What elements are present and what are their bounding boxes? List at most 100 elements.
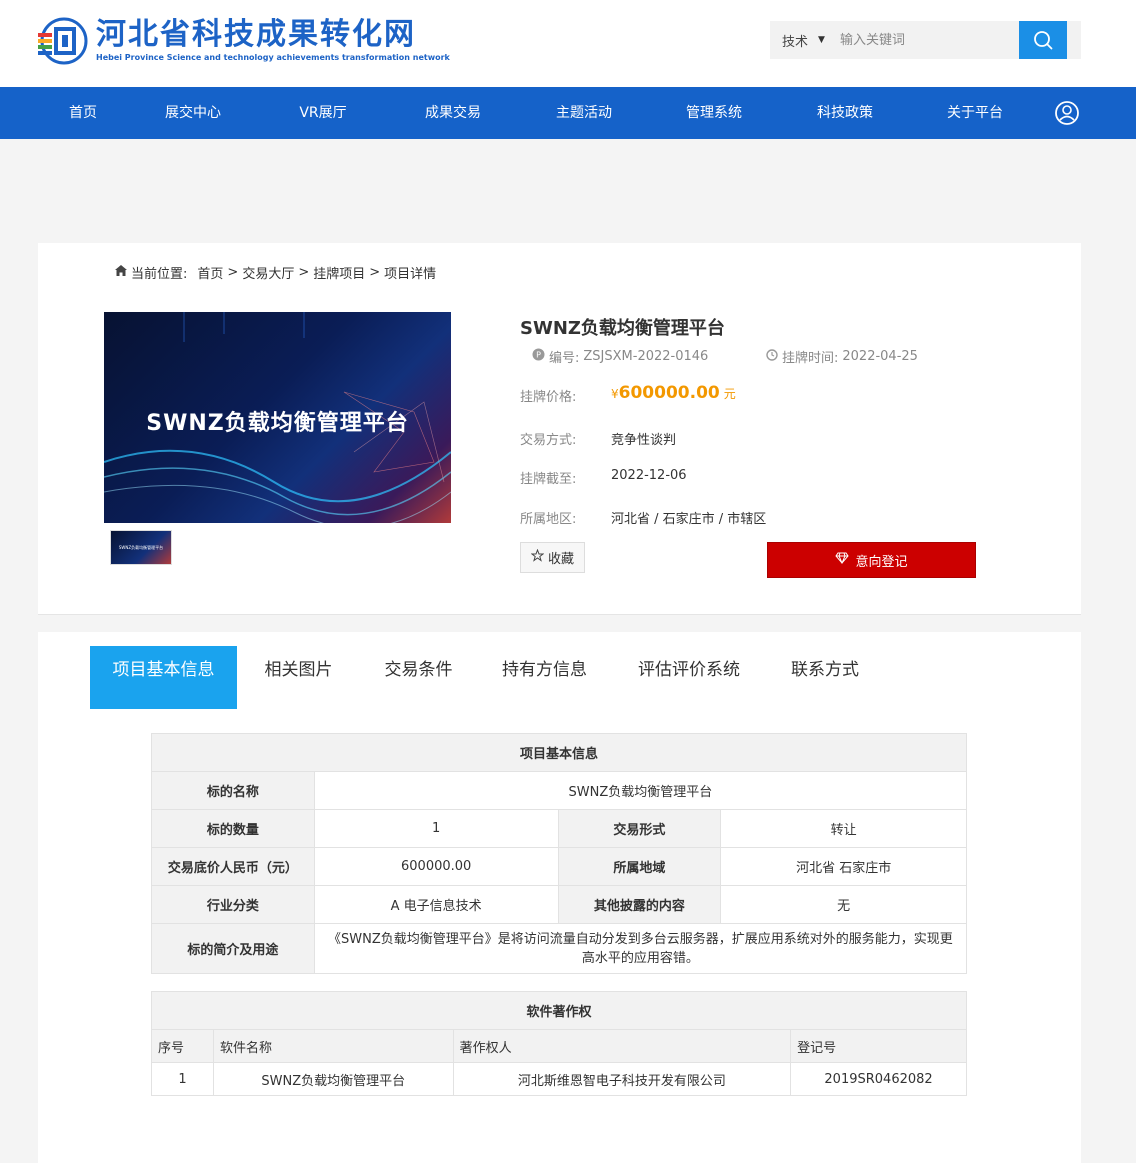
product-thumbnail[interactable]: SWNZ负载均衡管理平台 [110,530,172,565]
intro-label: 标的简介及用途 [151,923,315,974]
name-value: SWNZ负载均衡管理平台 [313,771,968,810]
nav-item-management[interactable]: 管理系统 [659,87,769,139]
row-index: 1 [151,1062,214,1096]
date-label: 挂牌时间: [782,351,839,366]
nav-item-exhibition[interactable]: 展交中心 [138,87,248,139]
search-input[interactable] [832,21,1019,59]
diamond-icon [835,552,850,568]
tab-trade-conditions[interactable]: 交易条件 [360,646,477,709]
software-copyright-table: 软件著作权 序号 软件名称 著作权人 登记号 1 SWNZ负载均衡管理平台 河北… [151,991,967,1096]
star-icon [530,548,545,566]
row-software-name: SWNZ负载均衡管理平台 [212,1062,454,1096]
breadcrumb-item-listed[interactable]: 挂牌项目 [313,263,365,282]
table-row: 1 SWNZ负载均衡管理平台 河北斯维恩智电子科技开发有限公司 2019SR04… [151,1062,967,1096]
industry-value: A 电子信息技术 [313,885,559,924]
industry-label: 行业分类 [151,885,315,924]
favorite-button[interactable]: 收藏 [520,542,585,573]
nav-item-about[interactable]: 关于平台 [920,87,1030,139]
row-copyright-holder: 河北斯维恩智电子科技开发有限公司 [452,1062,792,1096]
code-label: 编号: [549,351,580,366]
trade-method-label: 交易方式: [520,433,577,448]
tab-basic-info[interactable]: 项目基本信息 [90,646,237,709]
search-type-select[interactable]: 技术 ▼ [770,21,832,59]
search-type-label: 技术 [782,34,809,50]
nav-item-home[interactable]: 首页 [28,87,138,139]
clock-icon [766,348,778,365]
tab-contact[interactable]: 联系方式 [766,646,884,709]
nav-item-activities[interactable]: 主题活动 [529,87,639,139]
nav-item-trading[interactable]: 成果交易 [398,87,508,139]
deadline-value: 2022-12-06 [611,468,687,483]
quantity-value: 1 [313,809,559,848]
breadcrumb-prefix: 当前位置: [131,267,188,282]
header-software-name: 软件名称 [212,1029,454,1063]
other-disclosure-value: 无 [720,885,967,924]
user-icon[interactable] [1054,100,1080,126]
price-value: ¥600000.00 元 [611,383,736,403]
basic-info-table: 项目基本信息 标的名称 SWNZ负载均衡管理平台 标的数量 1 交易形式 转让 … [151,733,968,974]
intro-value: 《SWNZ负载均衡管理平台》是将访问流量自动分发到多台云服务器，扩展应用系统对外… [313,923,968,974]
search-button[interactable] [1019,21,1067,59]
product-summary-card: 当前位置: 首页 > 交易大厅 > 挂牌项目 > 项目详情 SWNZ负载均衡管理… [38,243,1081,615]
site-header: 河北省科技成果转化网 Hebei Province Science and te… [0,0,1136,87]
logo-subtitle: Hebei Province Science and technology ac… [96,53,450,62]
trade-form-label: 交易形式 [557,809,722,848]
product-code: P 编号: ZSJSXM-2022-0146 [532,347,708,366]
search-icon [1034,31,1053,50]
region-value: 河北省 石家庄市 [720,847,967,886]
svg-text:P: P [536,351,541,360]
deadline-label: 挂牌截至: [520,472,577,487]
main-nav: 首页 展交中心 VR展厅 成果交易 主题活动 管理系统 科技政策 关于平台 [0,87,1136,139]
tab-holder-info[interactable]: 持有方信息 [477,646,612,709]
listing-date: 挂牌时间: 2022-04-25 [766,347,918,366]
tab-evaluation[interactable]: 评估评价系统 [612,646,766,709]
price-amount: 600000.00 [618,383,720,403]
base-price-label: 交易底价人民币（元） [151,847,315,886]
trade-form-value: 转让 [720,809,967,848]
basic-info-caption: 项目基本信息 [151,733,967,772]
row-registration-no: 2019SR0462082 [790,1062,967,1096]
site-logo[interactable]: 河北省科技成果转化网 Hebei Province Science and te… [36,12,450,70]
product-image-title: SWNZ负载均衡管理平台 [146,411,409,436]
region-label: 所属地区: [520,512,577,527]
product-main-image: SWNZ负载均衡管理平台 [104,312,451,523]
other-disclosure-label: 其他披露的内容 [557,885,722,924]
code-badge-icon: P [532,348,545,365]
price-label: 挂牌价格: [520,390,577,405]
detail-tabs: 项目基本信息 相关图片 交易条件 持有方信息 评估评价系统 联系方式 [90,646,884,709]
price-unit: 元 [723,387,736,401]
price-symbol: ¥ [611,387,619,401]
product-title: SWNZ负载均衡管理平台 [520,318,725,339]
region-label: 所属地域 [557,847,722,886]
search-bar: 技术 ▼ [770,21,1081,59]
breadcrumb: 当前位置: 首页 > 交易大厅 > 挂牌项目 > 项目详情 [115,263,436,282]
caret-down-icon: ▼ [818,35,825,45]
header-copyright-holder: 著作权人 [452,1029,792,1063]
date-value: 2022-04-25 [842,349,918,364]
header-registration-no: 登记号 [790,1029,967,1063]
quantity-label: 标的数量 [151,809,315,848]
breadcrumb-separator: > [369,265,381,280]
copyright-caption: 软件著作权 [151,991,967,1030]
tab-images[interactable]: 相关图片 [237,646,360,709]
code-value: ZSJSXM-2022-0146 [583,349,709,364]
thumbnail-title: SWNZ负载均衡管理平台 [118,544,164,550]
register-interest-button[interactable]: 意向登记 [767,542,976,578]
header-index: 序号 [151,1029,214,1063]
base-price-value: 600000.00 [313,847,559,886]
breadcrumb-item-trading-hall[interactable]: 交易大厅 [242,263,294,282]
trade-method-value: 竞争性谈判 [611,433,677,448]
register-label: 意向登记 [855,554,908,570]
breadcrumb-item-detail: 项目详情 [384,267,437,282]
nav-item-policy[interactable]: 科技政策 [790,87,900,139]
logo-mark-icon [36,15,88,67]
home-icon [115,265,127,280]
breadcrumb-item-home[interactable]: 首页 [197,263,223,282]
breadcrumb-separator: > [227,265,239,280]
project-detail-card: 项目基本信息 相关图片 交易条件 持有方信息 评估评价系统 联系方式 项目基本信… [38,632,1081,1163]
nav-item-vr-hall[interactable]: VR展厅 [268,87,378,139]
name-label: 标的名称 [151,771,315,810]
region-value: 河北省 / 石家庄市 / 市辖区 [611,512,767,527]
breadcrumb-separator: > [298,265,310,280]
logo-title: 河北省科技成果转化网 [96,17,416,52]
